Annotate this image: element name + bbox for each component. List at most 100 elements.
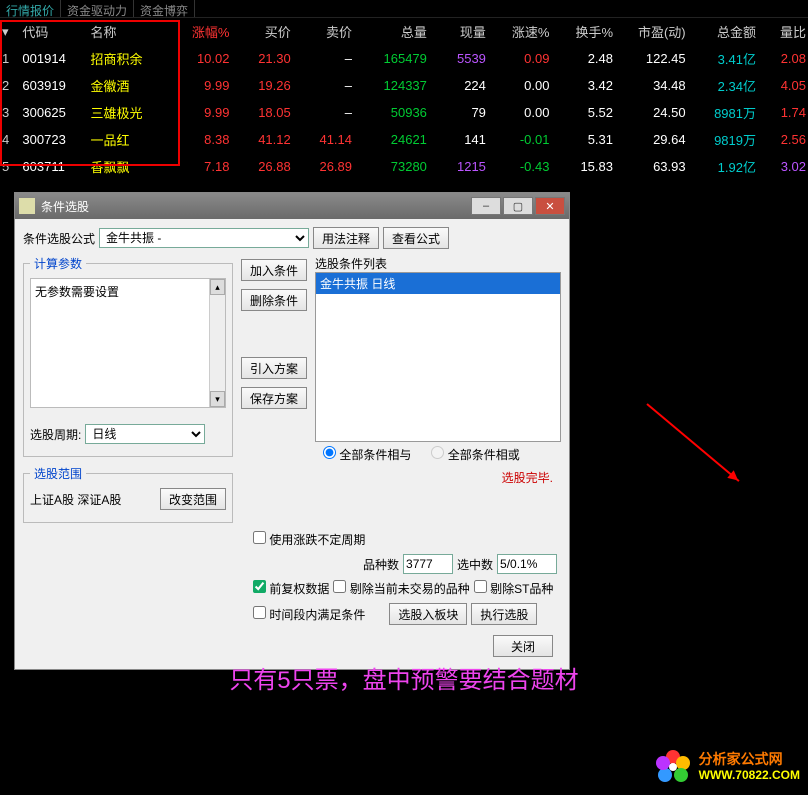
row-index: 1 — [0, 45, 20, 72]
row-index: 4 — [0, 126, 20, 153]
formula-select[interactable]: 金牛共振 - — [99, 228, 309, 248]
cell-vol: 73280 — [354, 153, 429, 180]
chk-uncertain-period[interactable]: 使用涨跌不定周期 — [253, 531, 365, 548]
calc-param-group: 计算参数 无参数需要设置 ▴ ▾ 选股周期: 日线 — [23, 255, 233, 457]
table-row[interactable]: 2603919金徽酒9.9919.26–1243372240.003.4234.… — [0, 72, 808, 99]
hdr-bid[interactable]: 买价 — [231, 18, 292, 45]
cell-ask: – — [293, 45, 354, 72]
into-block-button[interactable]: 选股入板块 — [389, 603, 467, 625]
cell-lb: 2.56 — [758, 126, 808, 153]
hdr-cur[interactable]: 现量 — [429, 18, 488, 45]
tab-quotes[interactable]: 行情报价 — [0, 0, 61, 17]
hdr-ask[interactable]: 卖价 — [293, 18, 354, 45]
run-select-button[interactable]: 执行选股 — [471, 603, 537, 625]
chk-remove-st[interactable]: 剔除ST品种 — [474, 580, 554, 597]
cell-ask: 41.14 — [293, 126, 354, 153]
hdr-dropdown[interactable]: ▾ — [0, 18, 20, 45]
maximize-button[interactable]: ▢ — [503, 197, 533, 215]
cell-amount: 9819万 — [688, 126, 758, 153]
condition-item[interactable]: 金牛共振 日线 — [316, 273, 560, 294]
cell-bid: 41.12 — [231, 126, 292, 153]
param-scrollbar[interactable]: ▴ ▾ — [209, 279, 225, 407]
cell-cur: 224 — [429, 72, 488, 99]
scroll-up-icon[interactable]: ▴ — [210, 279, 225, 295]
minimize-button[interactable]: – — [471, 197, 501, 215]
cell-amount: 8981万 — [688, 99, 758, 126]
hits-label: 选中数 — [457, 556, 493, 573]
hdr-speed[interactable]: 涨速% — [488, 18, 552, 45]
hdr-amount[interactable]: 总金额 — [688, 18, 758, 45]
hdr-pe[interactable]: 市盈(动) — [615, 18, 688, 45]
change-scope-button[interactable]: 改变范围 — [160, 488, 226, 510]
scope-group: 选股范围 上证A股 深证A股 改变范围 — [23, 465, 233, 523]
delete-condition-button[interactable]: 删除条件 — [241, 289, 307, 311]
view-formula-button[interactable]: 查看公式 — [383, 227, 449, 249]
cell-cur: 79 — [429, 99, 488, 126]
status-text: 选股完毕. — [315, 467, 561, 488]
hdr-name[interactable]: 名称 — [89, 18, 168, 45]
cell-name: 三雄极光 — [89, 99, 168, 126]
close-button[interactable]: ✕ — [535, 197, 565, 215]
cell-speed: -0.43 — [488, 153, 552, 180]
cell-bid: 21.30 — [231, 45, 292, 72]
cell-ask: – — [293, 99, 354, 126]
top-tab-bar: 行情报价 资金驱动力 资金博弈 — [0, 0, 808, 18]
cell-amount: 2.34亿 — [688, 72, 758, 99]
param-listbox[interactable]: 无参数需要设置 ▴ ▾ — [30, 278, 226, 408]
hdr-vol[interactable]: 总量 — [354, 18, 429, 45]
cell-code: 603919 — [20, 72, 88, 99]
cell-pe: 24.50 — [615, 99, 688, 126]
dialog-close-button[interactable]: 关闭 — [493, 635, 553, 657]
cell-change: 9.99 — [168, 72, 232, 99]
radio-or[interactable]: 全部条件相或 — [431, 446, 519, 463]
cell-change: 8.38 — [168, 126, 232, 153]
logo-line2: WWW.70822.COM — [699, 768, 800, 782]
cell-turn: 5.52 — [551, 99, 615, 126]
cell-speed: 0.00 — [488, 99, 552, 126]
cell-bid: 26.88 — [231, 153, 292, 180]
hdr-turn[interactable]: 换手% — [551, 18, 615, 45]
scroll-down-icon[interactable]: ▾ — [210, 391, 225, 407]
cell-pe: 122.45 — [615, 45, 688, 72]
chk-remove-nontrade[interactable]: 剔除当前未交易的品种 — [333, 580, 469, 597]
hdr-code[interactable]: 代码 — [20, 18, 88, 45]
cell-name: 金徽酒 — [89, 72, 168, 99]
table-row[interactable]: 5603711香飘飘7.1826.8826.89732801215-0.4315… — [0, 153, 808, 180]
cell-code: 603711 — [20, 153, 88, 180]
cell-cur: 141 — [429, 126, 488, 153]
table-row[interactable]: 4300723一品红8.3841.1241.1424621141-0.015.3… — [0, 126, 808, 153]
chk-time-range[interactable]: 时间段内满足条件 — [253, 606, 365, 623]
cell-speed: 0.09 — [488, 45, 552, 72]
cell-speed: -0.01 — [488, 126, 552, 153]
tab-capital-game[interactable]: 资金博弈 — [134, 0, 195, 17]
site-logo: 分析家公式网 WWW.70822.COM — [653, 747, 800, 787]
usage-button[interactable]: 用法注释 — [313, 227, 379, 249]
tab-capital-drive[interactable]: 资金驱动力 — [61, 0, 134, 17]
chk-fuquan[interactable]: 前复权数据 — [253, 580, 329, 597]
cell-turn: 5.31 — [551, 126, 615, 153]
cell-lb: 4.05 — [758, 72, 808, 99]
condition-listbox[interactable]: 金牛共振 日线 — [315, 272, 561, 442]
stock-table: ▾ 代码 名称 涨幅% 买价 卖价 总量 现量 涨速% 换手% 市盈(动) 总金… — [0, 18, 808, 180]
cell-lb: 1.74 — [758, 99, 808, 126]
cell-bid: 19.26 — [231, 72, 292, 99]
hdr-change[interactable]: 涨幅% — [168, 18, 232, 45]
add-condition-button[interactable]: 加入条件 — [241, 259, 307, 281]
cell-vol: 50936 — [354, 99, 429, 126]
period-label: 选股周期: — [30, 426, 81, 443]
table-row[interactable]: 1001914招商积余10.0221.30–16547955390.092.48… — [0, 45, 808, 72]
import-plan-button[interactable]: 引入方案 — [241, 357, 307, 379]
table-row[interactable]: 3300625三雄极光9.9918.05–50936790.005.5224.5… — [0, 99, 808, 126]
dialog-icon — [19, 198, 35, 214]
dialog-titlebar[interactable]: 条件选股 – ▢ ✕ — [15, 193, 569, 219]
cell-name: 香飘飘 — [89, 153, 168, 180]
row-index: 2 — [0, 72, 20, 99]
period-select[interactable]: 日线 — [85, 424, 205, 444]
radio-and[interactable]: 全部条件相与 — [323, 446, 411, 463]
cell-vol: 24621 — [354, 126, 429, 153]
cond-list-label: 选股条件列表 — [315, 257, 387, 271]
cell-lb: 3.02 — [758, 153, 808, 180]
logo-line1: 分析家公式网 — [699, 751, 800, 768]
hdr-lb[interactable]: 量比 — [758, 18, 808, 45]
save-plan-button[interactable]: 保存方案 — [241, 387, 307, 409]
